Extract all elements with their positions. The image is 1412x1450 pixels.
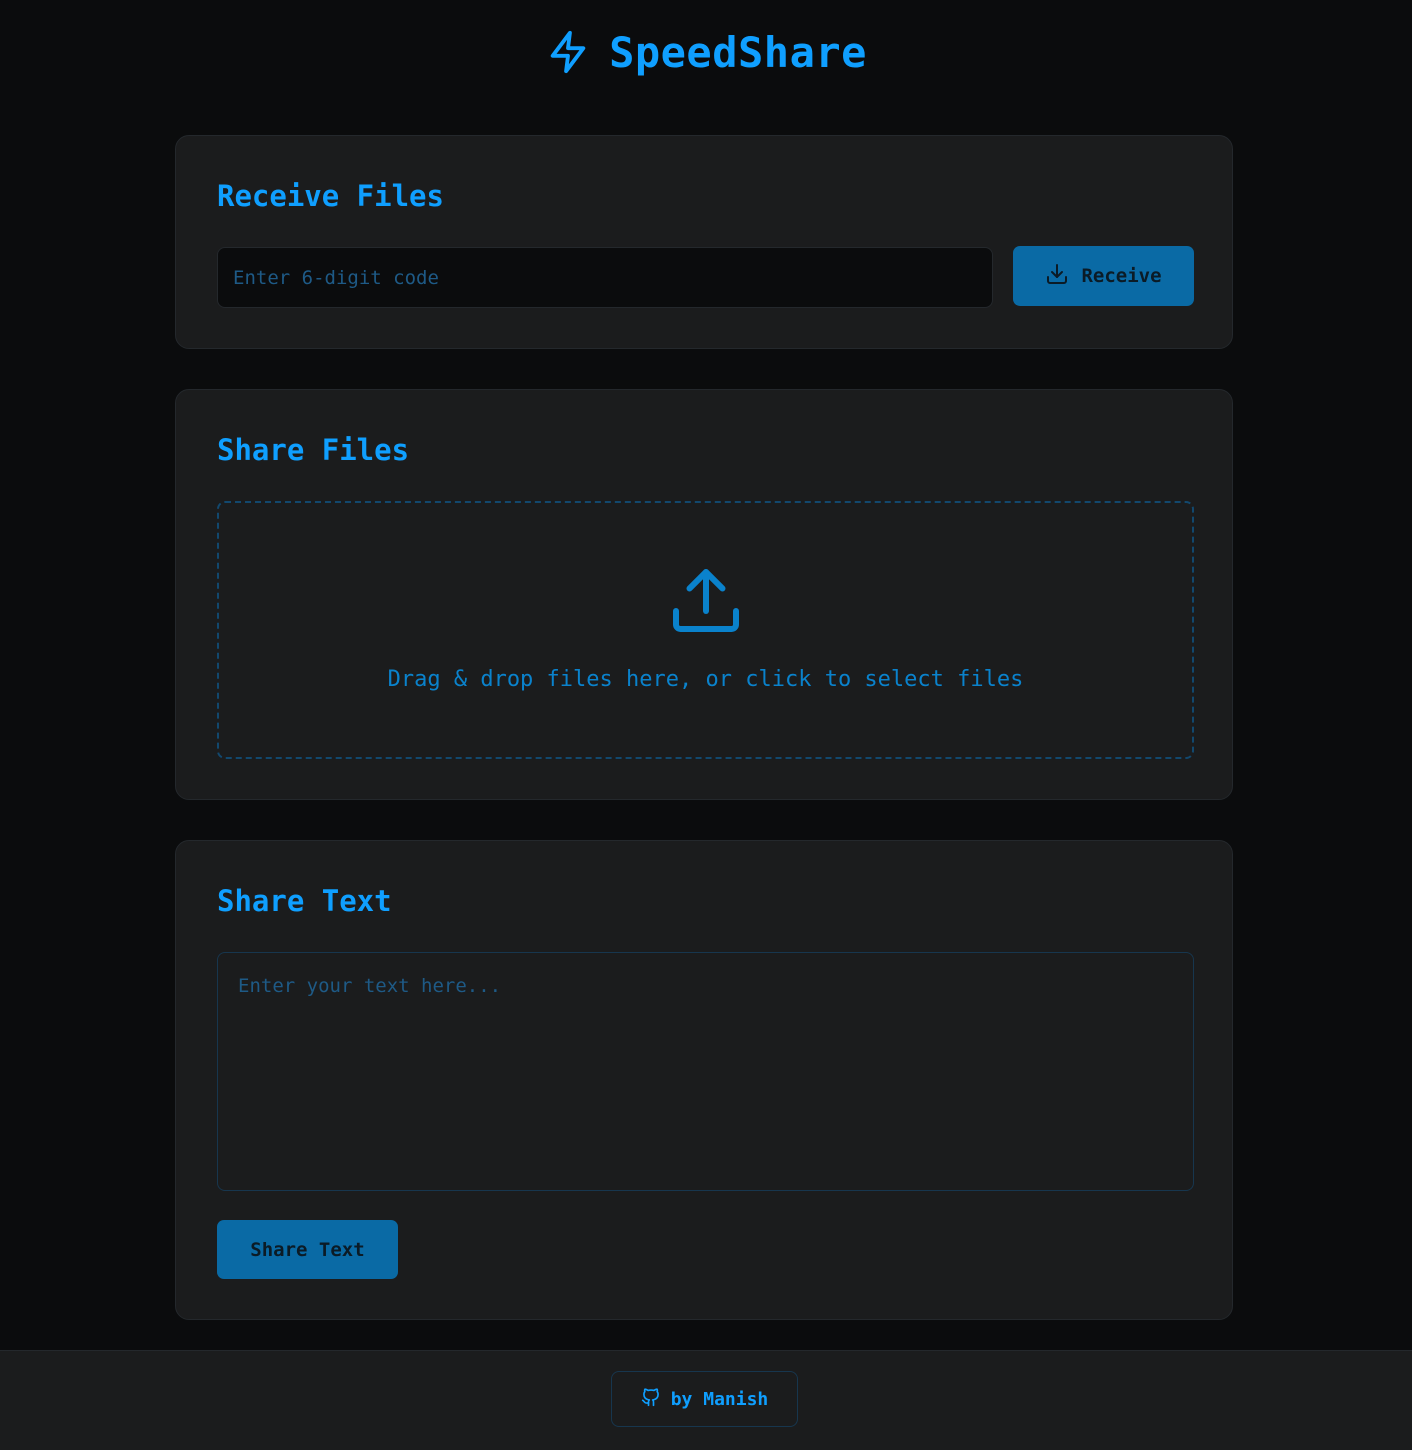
dropzone-text: Drag & drop files here, or click to sele…: [387, 667, 1024, 692]
receive-files-title: Receive Files: [217, 179, 444, 213]
app-title: SpeedShare: [609, 27, 867, 77]
share-text-textarea[interactable]: [217, 952, 1194, 1191]
share-files-card: Share Files Drag & drop files here, or c…: [175, 389, 1233, 800]
page: SpeedShare Receive Files Receive Share F…: [0, 0, 1412, 1450]
app-header: SpeedShare: [0, 22, 1412, 82]
code-input[interactable]: [217, 247, 993, 308]
github-credit-link[interactable]: by Manish: [611, 1371, 798, 1427]
share-files-title: Share Files: [217, 433, 410, 467]
lightning-bolt-icon: [545, 27, 591, 77]
receive-button-label: Receive: [1081, 265, 1162, 287]
receive-button[interactable]: Receive: [1013, 246, 1194, 306]
share-text-card: Share Text Share Text: [175, 840, 1233, 1320]
upload-icon: [670, 566, 742, 642]
download-icon: [1045, 262, 1069, 291]
footer: by Manish: [0, 1350, 1412, 1450]
share-text-button[interactable]: Share Text: [217, 1220, 398, 1279]
file-dropzone[interactable]: Drag & drop files here, or click to sele…: [217, 501, 1194, 759]
credit-label: by Manish: [670, 1388, 769, 1410]
share-text-title: Share Text: [217, 884, 392, 918]
github-icon: [641, 1387, 661, 1412]
receive-files-card: Receive Files Receive: [175, 135, 1233, 349]
